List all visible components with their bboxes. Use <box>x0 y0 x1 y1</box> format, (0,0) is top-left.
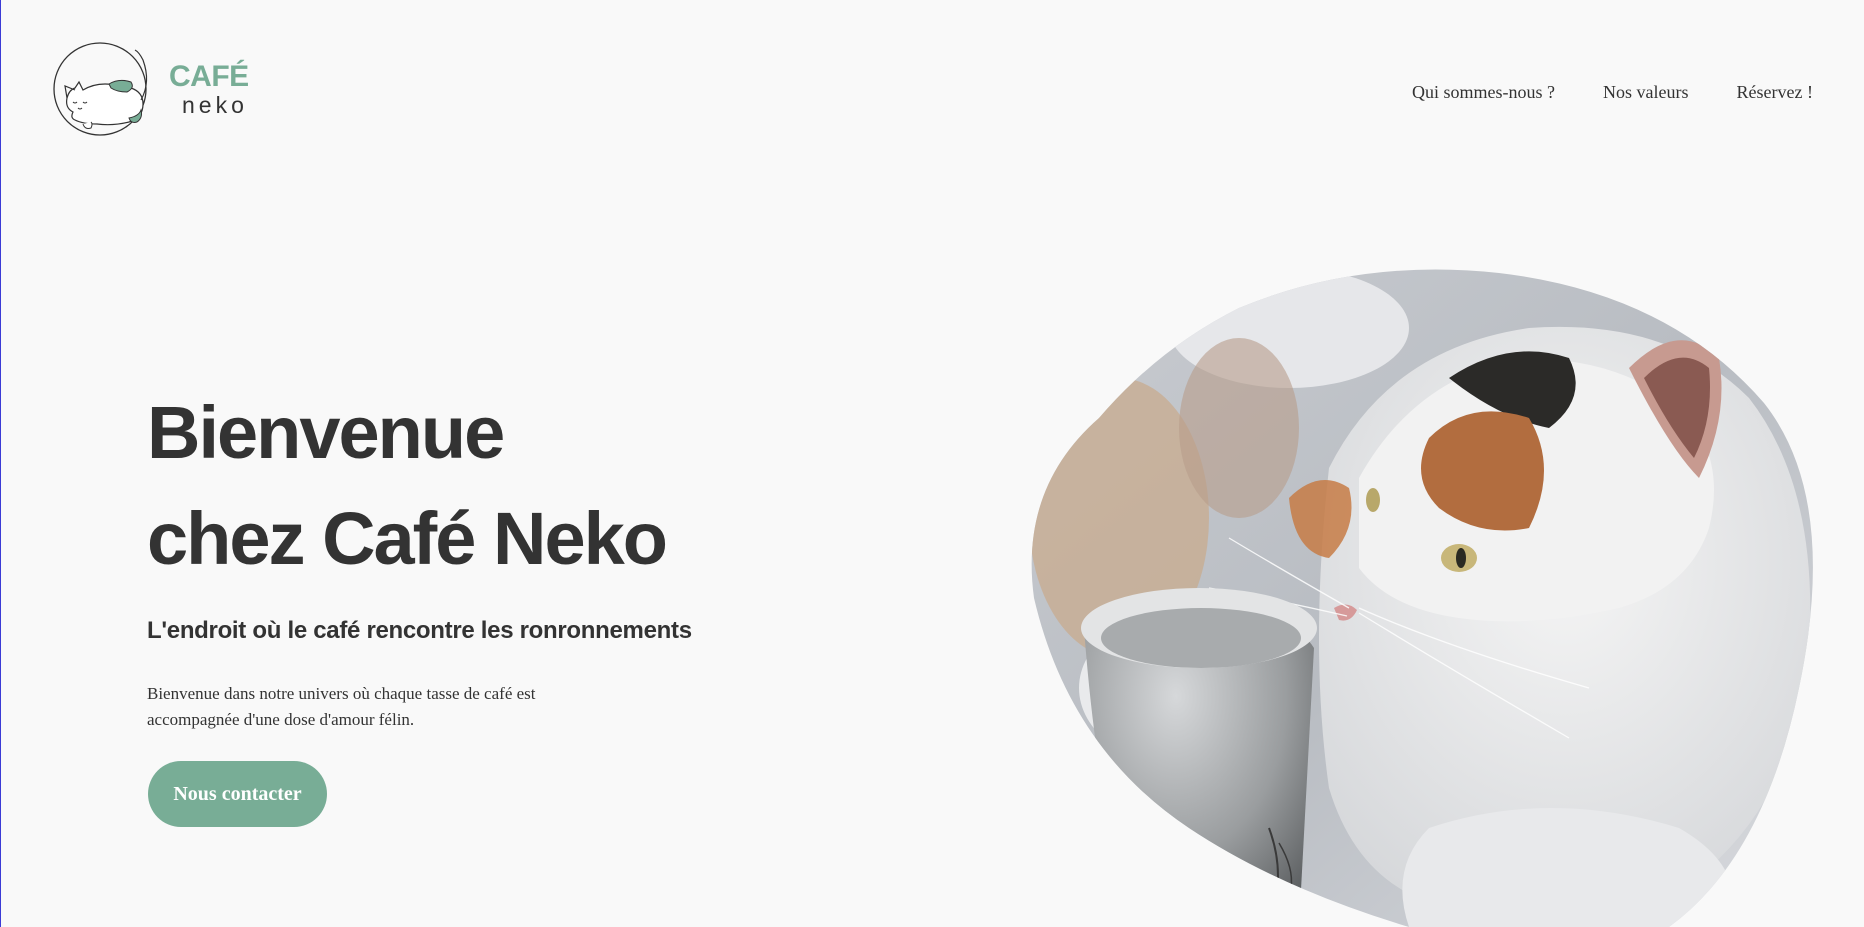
cat-coffee-photo <box>1031 269 1813 927</box>
nav-link-about[interactable]: Qui sommes-nous ? <box>1412 82 1555 103</box>
brand-name-neko: neko <box>182 92 248 118</box>
main-nav: Qui sommes-nous ? Nos valeurs Réservez ! <box>1412 82 1813 103</box>
contact-button[interactable]: Nous contacter <box>148 761 327 827</box>
brand-name-cafe: CAFÉ <box>169 60 249 93</box>
hero-title-line-2: chez Café Neko <box>147 497 668 580</box>
brand-logo[interactable]: CAFÉ neko <box>53 38 253 144</box>
hero-subtitle: L'endroit où le café rencontre les ronro… <box>147 617 692 644</box>
nav-link-reserve[interactable]: Réservez ! <box>1737 82 1813 103</box>
nav-link-values[interactable]: Nos valeurs <box>1603 82 1688 103</box>
hero-title: Bienvenue chez Café Neko <box>147 380 668 592</box>
hero-title-line-1: Bienvenue <box>147 391 505 474</box>
site-header: CAFÉ neko Qui sommes-nous ? Nos valeurs … <box>1 0 1864 180</box>
hero-description: Bienvenue dans notre univers où chaque t… <box>147 684 536 729</box>
sleeping-cat-icon <box>53 42 148 136</box>
